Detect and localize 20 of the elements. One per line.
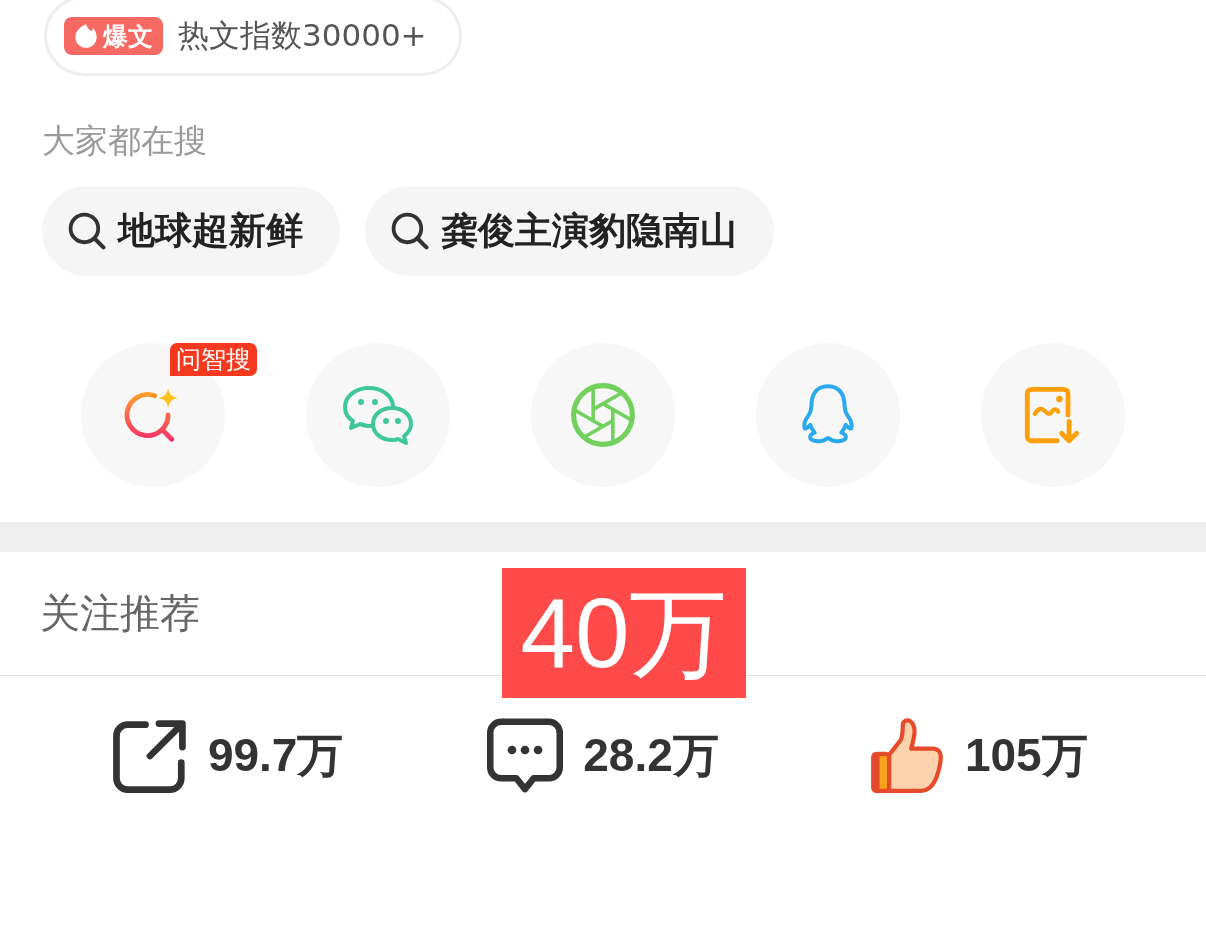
flame-icon xyxy=(73,23,99,49)
trending-title: 大家都在搜 xyxy=(42,120,207,162)
hot-article-label: 爆文 xyxy=(103,20,153,53)
comment-count-button[interactable]: 28.2万 xyxy=(487,718,719,794)
penguin-icon xyxy=(799,384,856,446)
aperture-icon xyxy=(569,382,636,448)
search-suggestion[interactable]: 地球超新鲜 xyxy=(42,186,340,276)
ai-search-tag: 问智搜 xyxy=(169,343,257,376)
share-icon xyxy=(111,718,188,794)
share-count-button[interactable]: 99.7万 xyxy=(111,718,344,794)
hot-index-text: 热文指数30000+ xyxy=(178,16,427,55)
speech-bubble-icon xyxy=(487,718,564,794)
search-suggestion[interactable]: 龚俊主演豹隐南山 xyxy=(365,186,774,276)
chat-bubbles-icon xyxy=(340,384,415,446)
like-count-button[interactable]: 105万 xyxy=(868,718,1088,794)
search-icon xyxy=(391,212,429,250)
thumbs-up-icon xyxy=(868,718,945,794)
count-overlay: 40万 xyxy=(502,568,746,698)
search-icon xyxy=(68,212,106,250)
section-title: 关注推荐 xyxy=(40,589,200,638)
